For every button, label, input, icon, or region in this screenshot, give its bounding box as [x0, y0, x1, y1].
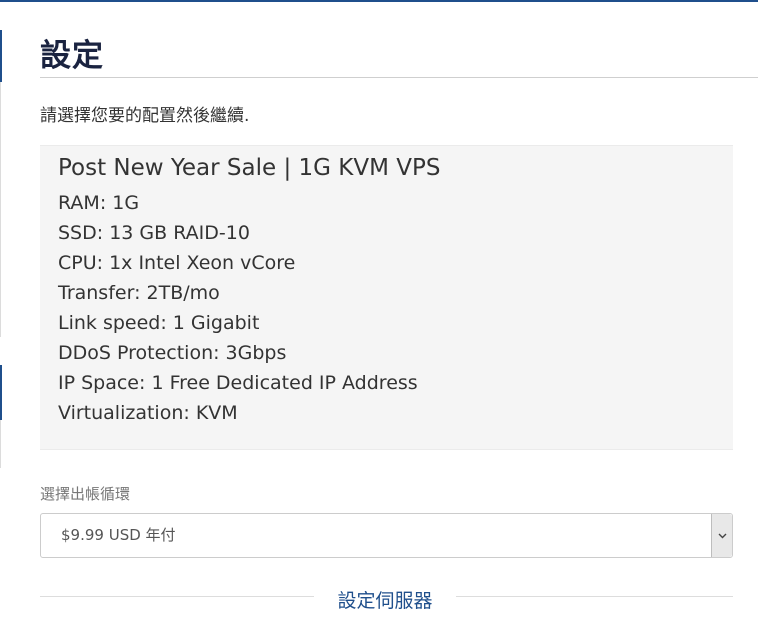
top-accent-rule	[0, 0, 758, 2]
section-divider-right	[456, 596, 733, 597]
billing-cycle-select[interactable]: $9.99 USD 年付	[40, 513, 733, 558]
server-config-heading: 設定伺服器	[337, 590, 433, 612]
sidebar-edge-accent	[0, 30, 2, 82]
intro-text: 請選擇您要的配置然後繼續.	[40, 106, 250, 126]
spec-list: RAM: 1G SSD: 13 GB RAID-10 CPU: 1x Intel…	[58, 188, 418, 428]
spec-item: SSD: 13 GB RAID-10	[58, 222, 250, 244]
spec-item: IP Space: 1 Free Dedicated IP Address	[58, 372, 418, 394]
billing-cycle-label: 選擇出帳循環	[40, 485, 131, 503]
spec-item: DDoS Protection: 3Gbps	[58, 342, 287, 364]
spec-item: Link speed: 1 Gigabit	[58, 312, 260, 334]
spec-item: Virtualization: KVM	[58, 402, 238, 424]
chevron-down-icon[interactable]	[711, 514, 732, 557]
product-info-panel: Post New Year Sale | 1G KVM VPS RAM: 1G …	[40, 145, 733, 450]
product-name: Post New Year Sale | 1G KVM VPS	[58, 155, 441, 181]
sidebar-edge-divider	[0, 82, 1, 337]
page-title: 設定	[40, 38, 104, 74]
title-divider	[40, 77, 758, 78]
spec-item: RAM: 1G	[58, 192, 140, 214]
section-divider-left	[40, 596, 314, 597]
sidebar-edge-divider-2	[0, 420, 1, 468]
billing-cycle-value: $9.99 USD 年付	[61, 526, 176, 544]
spec-item: CPU: 1x Intel Xeon vCore	[58, 252, 296, 274]
sidebar-edge-accent-2	[0, 365, 2, 420]
spec-item: Transfer: 2TB/mo	[58, 282, 220, 304]
